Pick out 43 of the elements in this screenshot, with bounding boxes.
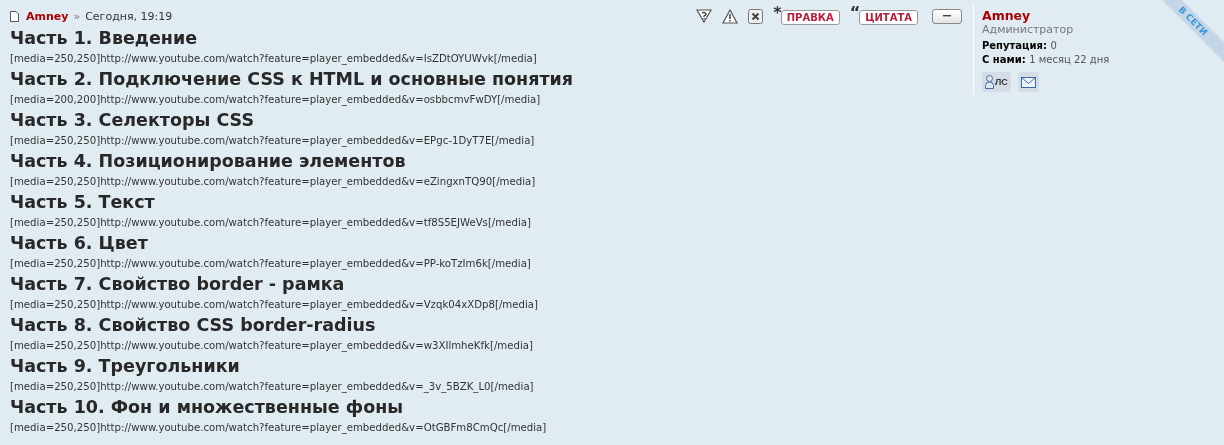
section-heading: Часть 1. Введение — [10, 27, 199, 49]
media-code: [media=250,250]http://www.youtube.com/watch?feature=player_embedded&v=PP-koTzIm6k[/media] — [10, 256, 532, 272]
separator: » — [73, 9, 81, 23]
stat-label: Репутация: — [982, 40, 1047, 51]
envelope-icon — [1020, 76, 1036, 88]
stat-label: С нами: — [982, 54, 1026, 65]
private-message-button[interactable]: ЛС — [982, 72, 1011, 92]
stat-value: 0 — [1050, 40, 1057, 51]
media-code: [media=250,250]http://www.youtube.com/watch?feature=player_embedded&v=eZingxnTQ90[/media] — [10, 174, 537, 190]
minus-icon — [943, 15, 951, 17]
warning-icon[interactable] — [722, 8, 739, 24]
collapse-button[interactable] — [932, 8, 962, 24]
media-code: [media=250,250]http://www.youtube.com/watch?feature=player_embedded&v=_3v_5BZK_L0[/media] — [10, 379, 535, 395]
section-heading: Часть 5. Текст — [10, 191, 156, 213]
post-time: Сегодня, 19:19 — [85, 9, 173, 23]
section-heading: Часть 6. Цвет — [10, 232, 149, 254]
post-action-button[interactable]: ЦИТАТА — [859, 10, 918, 25]
section-heading: Часть 7. Свойство border - рамка — [10, 273, 346, 295]
section-heading: Часть 8. Свойство CSS border-radius — [10, 314, 377, 336]
post-action-button[interactable]: ПРАВКА — [780, 10, 840, 25]
user-rank: Администратор — [982, 23, 1074, 36]
user-icon — [985, 75, 994, 89]
question-triangle-icon[interactable] — [696, 9, 713, 23]
stat-value: 1 месяц 22 дня — [1029, 54, 1110, 65]
section-heading: Часть 9. Треугольники — [10, 355, 241, 377]
media-code: [media=250,250]http://www.youtube.com/watch?feature=player_embedded&v=w3XIlmheKfk[/media] — [10, 338, 534, 354]
section-heading: Часть 4. Позиционирование элементов — [10, 150, 407, 172]
button-mark: * — [773, 7, 782, 19]
post-icon — [10, 10, 19, 22]
author-link[interactable]: Amney — [26, 9, 69, 23]
media-code: [media=250,250]http://www.youtube.com/watch?feature=player_embedded&v=Vzqk04xXDp8[/media] — [10, 297, 539, 313]
button-mark: “ — [849, 7, 861, 19]
media-code: [media=250,250]http://www.youtube.com/watch?feature=player_embedded&v=tf8S5EJWeVs[/media] — [10, 215, 532, 231]
media-code: [media=250,250]http://www.youtube.com/watch?feature=player_embedded&v=EPgc-1DyT7E[/media] — [10, 133, 536, 149]
section-heading: Часть 2. Подключение CSS к HTML и основные понятия — [10, 68, 575, 90]
user-name[interactable]: Amney — [982, 8, 1031, 23]
email-button[interactable] — [1017, 72, 1039, 92]
media-code: [media=200,200]http://www.youtube.com/watch?feature=player_embedded&v=osbbcmvFwDY[/media] — [10, 92, 542, 108]
section-heading: Часть 3. Селекторы CSS — [10, 109, 256, 131]
delete-icon[interactable] — [748, 8, 764, 24]
media-code: [media=250,250]http://www.youtube.com/watch?feature=player_embedded&v=OtGBFm8CmQc[/media] — [10, 420, 548, 436]
media-code: [media=250,250]http://www.youtube.com/watch?feature=player_embedded&v=IsZDtOYUWvk[/media] — [10, 51, 538, 67]
section-heading: Часть 10. Фон и множественные фоны — [10, 396, 405, 418]
